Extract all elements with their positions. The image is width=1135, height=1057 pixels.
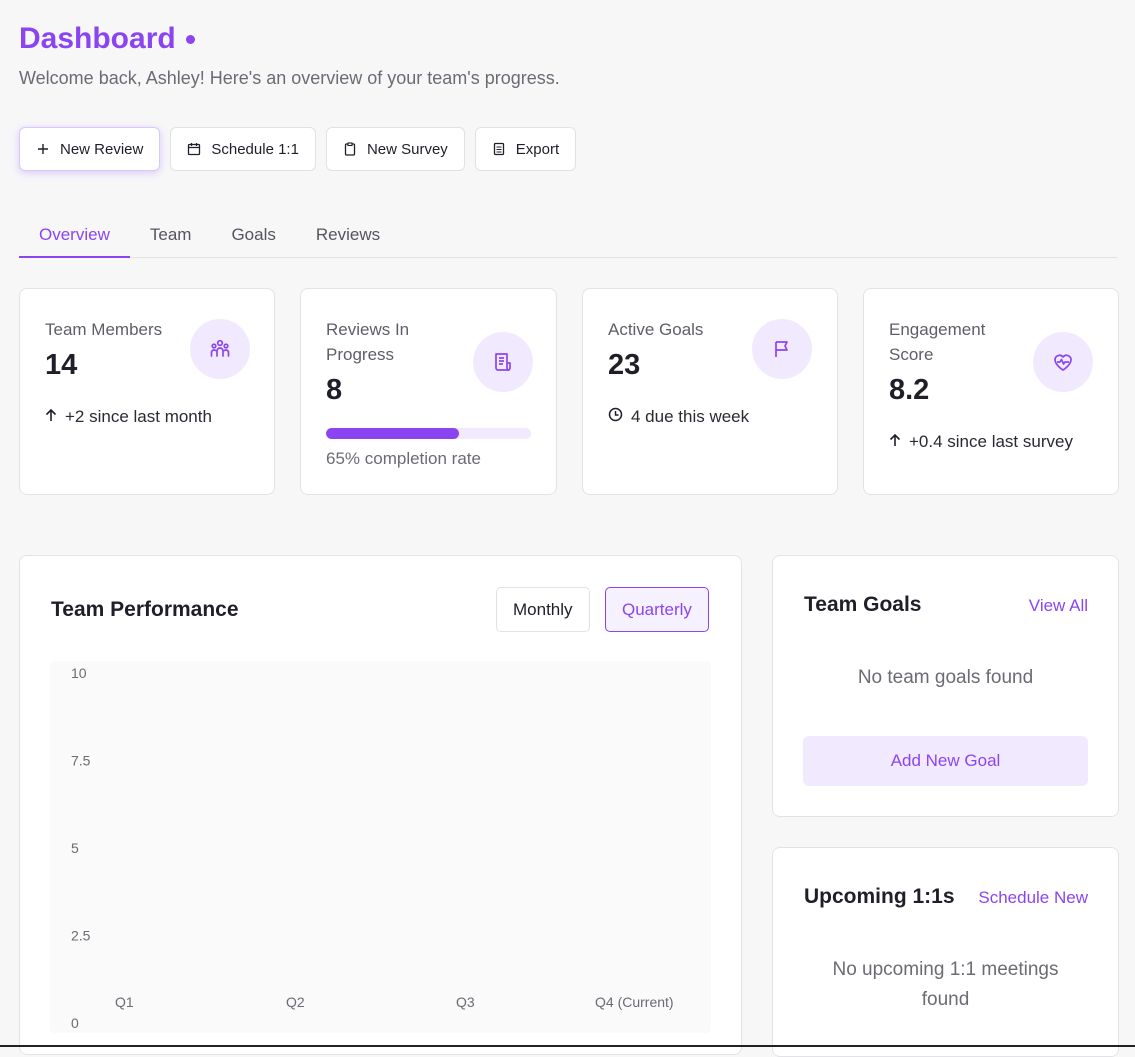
new-review-label: New Review bbox=[60, 140, 144, 158]
upcoming-panel: Upcoming 1:1s Schedule New No upcoming 1… bbox=[772, 847, 1119, 1057]
page-header: Dashboard Welcome back, Ashley! Here's a… bbox=[19, 22, 560, 89]
team-performance-panel: Team Performance Monthly Quarterly 0 2.5 5… bbox=[19, 555, 742, 1055]
x-tick-label: Q2 bbox=[286, 994, 305, 1010]
team-members-note: +2 since last month bbox=[45, 407, 212, 427]
reviews-value: 8 bbox=[326, 374, 343, 406]
active-goals-value: 23 bbox=[608, 349, 641, 381]
flag-icon bbox=[752, 319, 812, 379]
reviews-progress-fill bbox=[326, 428, 460, 439]
tab-overview[interactable]: Overview bbox=[19, 215, 130, 258]
team-icon bbox=[190, 319, 250, 379]
x-tick-label: Q3 bbox=[456, 994, 475, 1010]
schedule-label: Schedule 1:1 bbox=[211, 140, 299, 158]
view-all-goals-link[interactable]: View All bbox=[1029, 596, 1088, 616]
y-tick-label: 2.5 bbox=[71, 928, 91, 944]
quarterly-toggle[interactable]: Quarterly bbox=[605, 587, 709, 632]
engagement-card: Engagement Score 8.2 +0.4 since last sur… bbox=[863, 288, 1119, 495]
upcoming-title: Upcoming 1:1s bbox=[804, 885, 955, 908]
engagement-label-line1: Engagement bbox=[889, 320, 986, 339]
y-tick-label: 0 bbox=[71, 1015, 79, 1031]
reviews-label-line2: Progress bbox=[326, 345, 395, 364]
reviews-card: Reviews In Progress 8 65% completion rat… bbox=[300, 288, 557, 495]
reviews-progress-note: 65% completion rate bbox=[326, 449, 481, 468]
export-label: Export bbox=[515, 140, 560, 158]
review-document-icon bbox=[473, 332, 533, 392]
page-title-text: Dashboard bbox=[19, 22, 176, 55]
team-performance-title: Team Performance bbox=[51, 598, 239, 621]
engagement-label-line2: Score bbox=[889, 345, 934, 364]
active-goals-note-text: 4 due this week bbox=[631, 407, 750, 426]
team-goals-title: Team Goals bbox=[804, 593, 922, 616]
schedule-button[interactable]: Schedule 1:1 bbox=[170, 127, 316, 171]
calendar-icon bbox=[187, 142, 201, 156]
arrow-up-icon bbox=[45, 407, 57, 427]
reviews-label-line1: Reviews In bbox=[326, 320, 410, 339]
active-goals-card: Active Goals 23 4 due this week bbox=[582, 288, 838, 495]
x-tick-label: Q4 (Current) bbox=[595, 994, 674, 1010]
plus-icon bbox=[36, 142, 50, 156]
new-review-button[interactable]: New Review bbox=[19, 127, 161, 171]
action-bar: New Review Schedule 1:1 New Survey Expor… bbox=[19, 127, 577, 171]
engagement-label: Engagement Score bbox=[889, 317, 985, 367]
tab-reviews[interactable]: Reviews bbox=[296, 215, 400, 257]
team-goals-panel: Team Goals View All No team goals found … bbox=[772, 555, 1119, 817]
tab-goals[interactable]: Goals bbox=[211, 215, 295, 257]
engagement-value: 8.2 bbox=[889, 374, 930, 406]
y-tick-label: 5 bbox=[71, 840, 79, 856]
y-tick-label: 7.5 bbox=[71, 753, 91, 769]
clock-icon bbox=[608, 407, 623, 427]
reviews-progress-bar bbox=[326, 428, 531, 439]
upcoming-empty-line1: No upcoming 1:1 meetings bbox=[832, 959, 1059, 980]
active-goals-note: 4 due this week bbox=[608, 407, 749, 427]
team-members-card: Team Members 14 +2 since last month bbox=[19, 288, 275, 495]
heart-pulse-icon bbox=[1033, 332, 1093, 392]
new-survey-button[interactable]: New Survey bbox=[325, 127, 465, 171]
x-tick-label: Q1 bbox=[115, 994, 134, 1010]
team-goals-empty: No team goals found bbox=[857, 667, 1034, 688]
team-members-note-text: +2 since last month bbox=[65, 407, 212, 426]
export-button[interactable]: Export bbox=[474, 127, 577, 171]
monthly-toggle[interactable]: Monthly bbox=[496, 587, 590, 632]
team-members-label: Team Members bbox=[45, 320, 163, 339]
y-tick-label: 10 bbox=[71, 665, 87, 681]
upcoming-empty-line2: found bbox=[921, 989, 970, 1010]
clipboard-icon bbox=[343, 142, 357, 156]
team-members-value: 14 bbox=[45, 349, 78, 381]
active-goals-label: Active Goals bbox=[608, 320, 704, 339]
engagement-note-text: +0.4 since last survey bbox=[909, 432, 1073, 451]
page-title: Dashboard bbox=[19, 22, 560, 56]
reviews-label: Reviews In Progress bbox=[326, 317, 409, 367]
arrow-up-icon bbox=[889, 432, 901, 452]
title-dot-icon bbox=[185, 34, 195, 44]
tab-bar: Overview Team Goals Reviews bbox=[19, 215, 1118, 258]
tab-team[interactable]: Team bbox=[130, 215, 212, 257]
add-new-goal-button[interactable]: Add New Goal bbox=[803, 736, 1088, 786]
engagement-note: +0.4 since last survey bbox=[889, 432, 1073, 452]
document-icon bbox=[492, 142, 506, 156]
new-survey-label: New Survey bbox=[366, 140, 448, 158]
performance-chart: 0 2.5 5 7.5 10 Q1 Q2 Q3 Q4 (Current) bbox=[50, 661, 711, 1033]
upcoming-empty: No upcoming 1:1 meetings found bbox=[773, 955, 1118, 1015]
performance-chart-svg: 0 2.5 5 7.5 10 Q1 Q2 Q3 Q4 (Current) bbox=[71, 665, 674, 1031]
schedule-new-link[interactable]: Schedule New bbox=[978, 888, 1088, 908]
welcome-subtitle: Welcome back, Ashley! Here's an overview… bbox=[19, 68, 560, 88]
